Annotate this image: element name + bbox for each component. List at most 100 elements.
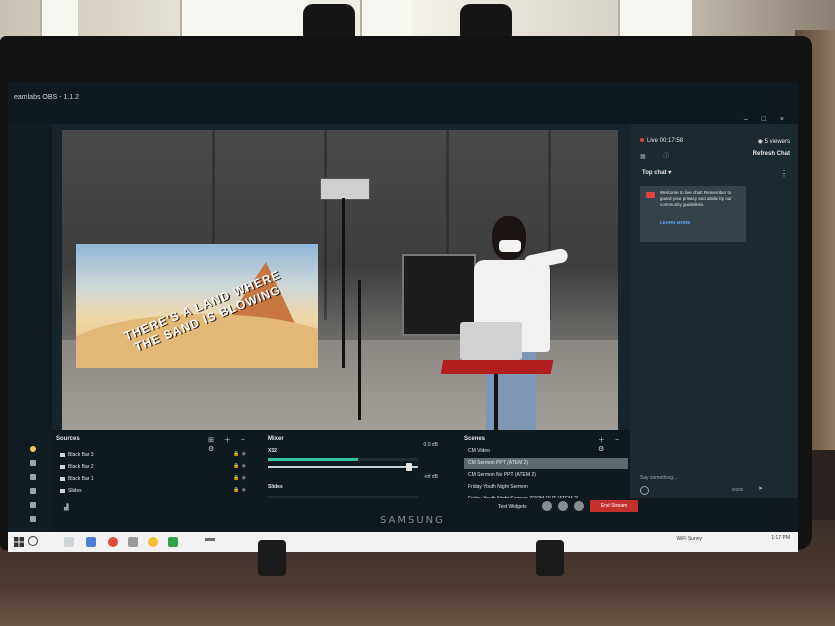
volume-knob[interactable]	[406, 463, 412, 471]
top-chat-dropdown[interactable]: Top chat ▾	[642, 169, 671, 176]
source-type-icon	[60, 453, 65, 457]
source-type-icon	[60, 465, 65, 469]
slide-overlay: THERE'S A LAND WHERE THE SAND IS BLOWING	[76, 244, 318, 368]
studio-mode-icon[interactable]	[30, 502, 36, 508]
test-widgets-label[interactable]: Test Widgets	[498, 504, 527, 510]
scene-item[interactable]: CM Video	[464, 446, 628, 457]
monitor: eamlabs OBS - 1.1.2 – □ × THERE'S A LAND…	[0, 36, 812, 552]
tray-network[interactable]: WiFi Sunny	[676, 536, 702, 542]
mixer-channel-db: 0.0 dB	[423, 442, 438, 448]
themes-icon[interactable]	[30, 460, 36, 466]
app-icon[interactable]	[128, 537, 138, 547]
window-pane	[180, 0, 308, 36]
tray-clock[interactable]: 1:17 PM	[771, 535, 790, 541]
live-status: Live 00:17:58	[640, 138, 683, 144]
widget-test-button[interactable]	[574, 501, 584, 511]
settings-icon[interactable]	[30, 516, 36, 522]
monitor-foot	[536, 540, 564, 576]
sources-title: Sources	[56, 436, 80, 442]
chat-toolbar-icons[interactable]: ▦ ⓘ	[640, 151, 677, 160]
scene-item[interactable]: CM Sermon PPT (ATEM 2)	[464, 458, 628, 469]
monitor-foot	[258, 540, 286, 576]
scene-label: Friday Youth Night Sermon	[468, 484, 528, 490]
char-count: 0/200	[732, 487, 744, 492]
editor-icon[interactable]	[30, 446, 36, 452]
scene-label: CM Sermon No PPT (ATEM 2)	[468, 472, 536, 478]
welcome-message: Welcome to live chat! Remember to guard …	[660, 190, 732, 207]
file-explorer-icon[interactable]	[64, 537, 74, 547]
mic-stand	[358, 280, 361, 420]
window-pane	[618, 0, 692, 36]
samsung-logo: SAMSUNG	[380, 515, 445, 526]
window-pane	[360, 0, 412, 36]
source-type-icon	[60, 489, 65, 493]
source-item[interactable]: Black Bar 3 🔒◉	[54, 450, 254, 461]
lectern-pole	[494, 374, 498, 430]
app-icon[interactable]	[168, 537, 178, 547]
volume-slider[interactable]	[268, 463, 418, 471]
performance-icon[interactable]: ▟	[64, 504, 69, 511]
face-mask	[499, 240, 521, 252]
stream-preview[interactable]: THERE'S A LAND WHERE THE SAND IS BLOWING	[62, 130, 618, 430]
viewer-count: ◉ 5 viewers	[757, 139, 790, 145]
source-item[interactable]: Black Bar 1 🔒◉	[54, 474, 254, 485]
app-title: eamlabs OBS - 1.1.2	[14, 94, 79, 101]
edge-icon[interactable]	[86, 537, 96, 547]
windows-start-icon[interactable]	[14, 537, 24, 547]
chrome-icon[interactable]	[108, 537, 118, 547]
visibility-lock-icons[interactable]: 🔒◉	[233, 463, 248, 469]
viewer-count-text: 5 viewers	[764, 139, 790, 145]
mixer-channel-name: Slides	[268, 484, 283, 490]
source-label: Black Bar 3	[68, 452, 94, 458]
visibility-lock-icons[interactable]: 🔒◉	[233, 475, 248, 481]
source-item[interactable]: Black Bar 2 🔒◉	[54, 462, 254, 473]
laptop	[460, 322, 522, 360]
source-item[interactable]: Slides 🔒◉	[54, 486, 254, 497]
source-label: Slides	[68, 488, 82, 494]
window-pane	[40, 0, 78, 36]
layout-icon[interactable]	[30, 488, 36, 494]
emoji-icon[interactable]	[640, 486, 649, 495]
send-icon[interactable]: ➤	[758, 485, 763, 492]
left-nav-rail	[8, 124, 52, 532]
speaker-head	[492, 216, 526, 260]
mixer-channel-name: X32	[268, 448, 277, 454]
chat-menu-icon[interactable]: ⋮	[780, 169, 788, 178]
power-led	[205, 538, 215, 541]
apps-icon[interactable]	[30, 474, 36, 480]
scene-item[interactable]: CM Sermon No PPT (ATEM 2)	[464, 470, 628, 481]
scene-item[interactable]: Friday Youth Night Sermon	[464, 482, 628, 493]
window-controls[interactable]: – □ ×	[744, 116, 790, 123]
light-panel	[320, 178, 370, 200]
live-chat-panel: Live 00:17:58 ◉ 5 viewers ▦ ⓘ Refresh Ch…	[630, 124, 798, 532]
stand-pole	[342, 198, 345, 368]
widget-test-button[interactable]	[558, 501, 568, 511]
scenes-title: Scenes	[464, 436, 486, 442]
app-titlebar: eamlabs OBS - 1.1.2 – □ ×	[8, 82, 798, 124]
live-timer: Live 00:17:58	[647, 138, 684, 144]
screen: eamlabs OBS - 1.1.2 – □ × THERE'S A LAND…	[8, 82, 798, 552]
chat-welcome-card: Welcome to live chat! Remember to guard …	[640, 186, 746, 242]
kakaotalk-icon[interactable]	[148, 537, 158, 547]
end-stream-button[interactable]: End Stream	[590, 500, 638, 512]
source-type-icon	[60, 477, 65, 481]
audio-meter	[268, 458, 418, 461]
meter-level	[268, 458, 358, 461]
mixer-title: Mixer	[268, 436, 284, 442]
window-wall	[0, 0, 835, 40]
scene-label: CM Sermon PPT (ATEM 2)	[468, 460, 529, 466]
windows-taskbar: WiFi Sunny 1:17 PM	[8, 532, 798, 552]
visibility-lock-icons[interactable]: 🔒◉	[233, 451, 248, 457]
learn-more-link[interactable]: LEARN MORE	[660, 220, 690, 225]
live-dot-icon	[640, 138, 644, 142]
visibility-lock-icons[interactable]: 🔒◉	[233, 487, 248, 493]
refresh-chat-button[interactable]: Refresh Chat	[753, 151, 790, 157]
mixer-channel-db: -inf dB	[423, 474, 438, 480]
source-label: Black Bar 1	[68, 476, 94, 482]
curtain-fold	[324, 130, 327, 320]
scene-label: CM Video	[468, 448, 490, 454]
source-label: Black Bar 2	[68, 464, 94, 470]
lectern-top	[440, 360, 554, 374]
widget-test-button[interactable]	[542, 501, 552, 511]
search-icon[interactable]	[28, 536, 38, 546]
